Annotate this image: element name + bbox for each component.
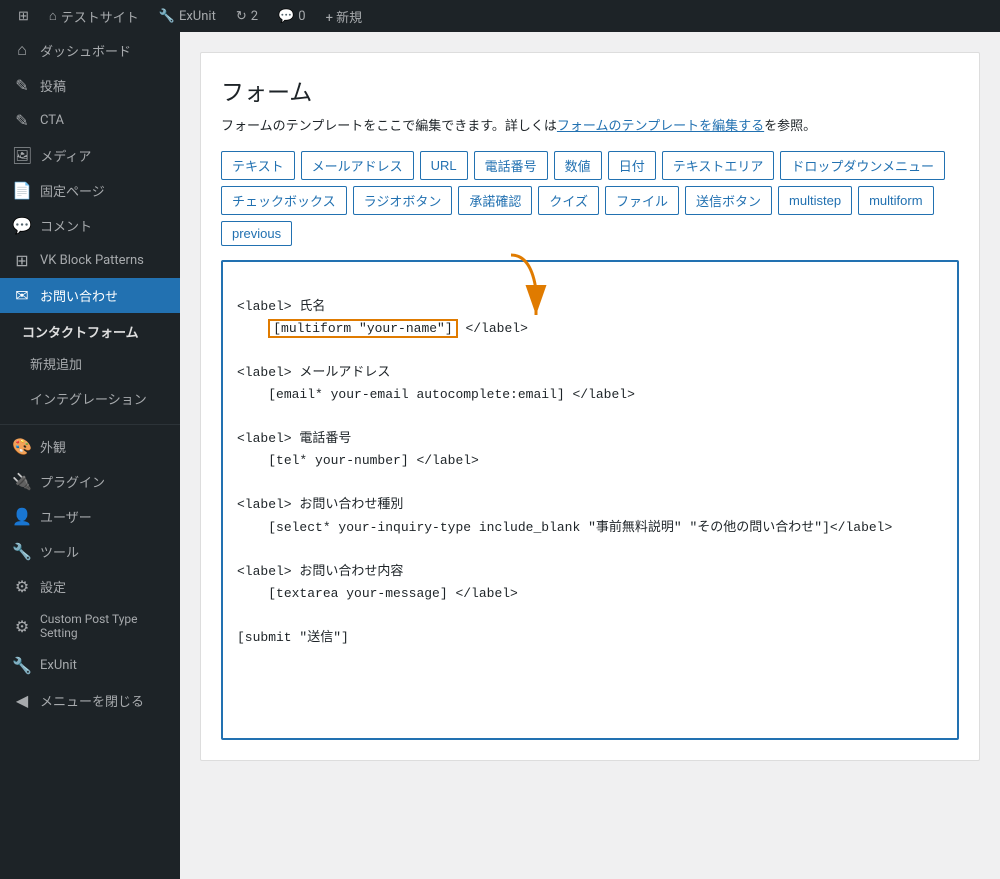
sidebar-item-media[interactable]: 🖼 メディア [0, 138, 180, 173]
cta-icon: ✎ [12, 111, 32, 130]
tag-btn-checkbox[interactable]: チェックボックス [221, 186, 347, 215]
sidebar: ⌂ ダッシュボード ✎ 投稿 ✎ CTA 🖼 メディア 📄 固定ページ 💬 コメ… [0, 32, 180, 879]
contact-icon: ✉ [12, 286, 32, 305]
tag-btn-acceptance[interactable]: 承諾確認 [458, 186, 532, 215]
adminbar-exunit[interactable]: 🔧 ExUnit [149, 0, 226, 32]
sidebar-subitem-integration[interactable]: インテグレーション [10, 381, 180, 416]
sidebar-item-vk-block-patterns[interactable]: ⊞ VK Block Patterns [0, 243, 180, 278]
sidebar-item-dashboard[interactable]: ⌂ ダッシュボード [0, 32, 180, 68]
form-editor-container: フォーム フォームのテンプレートをここで編集できます。詳しくはフォームのテンプレ… [200, 52, 980, 761]
tag-btn-previous[interactable]: previous [221, 221, 292, 246]
dashboard-icon: ⌂ [12, 40, 32, 60]
users-icon: 👤 [12, 507, 32, 526]
contact-form-header: コンタクトフォーム [10, 317, 180, 346]
form-template-link[interactable]: フォームのテンプレートを編集する [557, 119, 764, 134]
tag-btn-date[interactable]: 日付 [608, 151, 656, 180]
sidebar-item-plugins[interactable]: 🔌 プラグイン [0, 464, 180, 499]
sidebar-item-contact[interactable]: ✉ お問い合わせ [0, 278, 180, 313]
tools-icon: 🔧 [12, 542, 32, 561]
main-content: フォーム フォームのテンプレートをここで編集できます。詳しくはフォームのテンプレ… [180, 32, 1000, 847]
sidebar-item-posts[interactable]: ✎ 投稿 [0, 68, 180, 103]
form-description: フォームのテンプレートをここで編集できます。詳しくはフォームのテンプレートを編集… [221, 117, 959, 137]
close-menu-icon: ◀ [12, 691, 32, 710]
sidebar-item-exunit[interactable]: 🔧 ExUnit [0, 648, 180, 683]
appearance-icon: 🎨 [12, 437, 32, 456]
code-editor[interactable]: <label> 氏名 [multiform "your-name"] </lab… [221, 260, 959, 740]
tag-btn-textarea[interactable]: テキストエリア [662, 151, 775, 180]
exunit-nav-icon: 🔧 [12, 656, 32, 675]
exunit-icon: 🔧 [159, 9, 175, 24]
sidebar-item-comments[interactable]: 💬 コメント [0, 208, 180, 243]
highlighted-multiform-tag: [multiform "your-name"] [268, 319, 457, 338]
pages-icon: 📄 [12, 181, 32, 200]
comments-icon: 💬 [278, 9, 294, 24]
tag-btn-multiform[interactable]: multiform [858, 186, 933, 215]
comments-nav-icon: 💬 [12, 216, 32, 235]
sidebar-item-close-menu[interactable]: ◀ メニューを閉じる [0, 683, 180, 718]
tag-btn-email[interactable]: メールアドレス [301, 151, 414, 180]
page-title: フォーム [221, 73, 959, 107]
sidebar-subitem-new-add[interactable]: 新規追加 [10, 346, 180, 381]
tag-btn-file[interactable]: ファイル [605, 186, 679, 215]
sidebar-item-pages[interactable]: 📄 固定ページ [0, 173, 180, 208]
adminbar-comments[interactable]: 💬 0 [268, 0, 316, 32]
tag-buttons-container: テキスト メールアドレス URL 電話番号 数値 日付 テキストエリア ドロップ… [221, 151, 959, 246]
adminbar-wp-logo[interactable]: ⊞ [8, 0, 39, 32]
adminbar-new[interactable]: + 新規 [316, 0, 373, 32]
tag-btn-multistep[interactable]: multistep [778, 186, 852, 215]
custom-post-type-icon: ⚙ [12, 617, 32, 636]
tag-btn-dropdown[interactable]: ドロップダウンメニュー [780, 151, 945, 180]
tag-btn-tel[interactable]: 電話番号 [474, 151, 548, 180]
sidebar-item-tools[interactable]: 🔧 ツール [0, 534, 180, 569]
sidebar-item-custom-post-type[interactable]: ⚙ Custom Post Type Setting [0, 604, 180, 648]
sidebar-item-settings[interactable]: ⚙ 設定 [0, 569, 180, 604]
house-icon: ⌂ [49, 8, 57, 24]
media-icon: 🖼 [12, 146, 32, 165]
posts-icon: ✎ [12, 76, 32, 95]
vk-icon: ⊞ [12, 251, 32, 270]
sidebar-item-cta[interactable]: ✎ CTA [0, 103, 180, 138]
adminbar-site-name[interactable]: ⌂ テストサイト [39, 0, 149, 32]
admin-bar: ⊞ ⌂ テストサイト 🔧 ExUnit ↻ 2 💬 0 + 新規 [0, 0, 1000, 32]
tag-btn-radio[interactable]: ラジオボタン [353, 186, 453, 215]
tag-btn-text[interactable]: テキスト [221, 151, 295, 180]
sidebar-item-appearance[interactable]: 🎨 外観 [0, 429, 180, 464]
sidebar-item-users[interactable]: 👤 ユーザー [0, 499, 180, 534]
adminbar-updates[interactable]: ↻ 2 [226, 0, 268, 32]
editor-line-1: <label> 氏名 [multiform "your-name"] </lab… [237, 299, 892, 645]
plugins-icon: 🔌 [12, 472, 32, 491]
tag-btn-submit[interactable]: 送信ボタン [685, 186, 772, 215]
wp-logo-icon: ⊞ [18, 9, 29, 24]
tag-btn-quiz[interactable]: クイズ [538, 186, 599, 215]
tag-btn-url[interactable]: URL [420, 151, 468, 180]
updates-icon: ↻ [236, 9, 247, 24]
code-editor-section: <label> 氏名 [multiform "your-name"] </lab… [221, 260, 959, 740]
tag-btn-number[interactable]: 数値 [554, 151, 602, 180]
settings-icon: ⚙ [12, 577, 32, 596]
